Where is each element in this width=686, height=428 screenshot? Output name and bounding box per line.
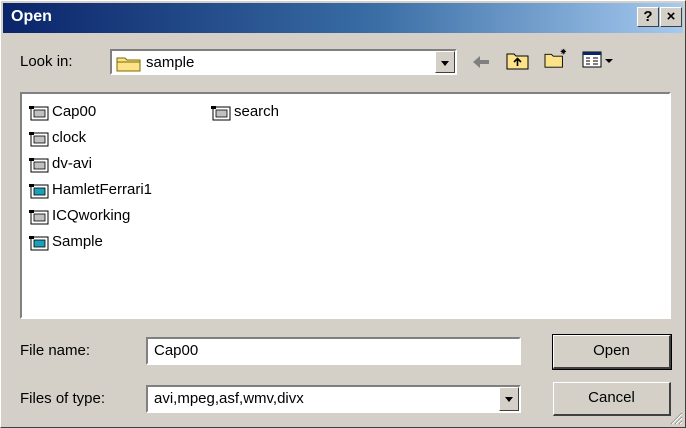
files-of-type-dropdown-button[interactable]	[499, 387, 519, 411]
files-of-type-label: Files of type:	[20, 390, 106, 407]
back-arrow-icon[interactable]	[470, 51, 492, 73]
view-menu-icon[interactable]	[582, 49, 616, 71]
resize-grip-icon[interactable]	[669, 411, 683, 425]
help-button[interactable]: ?	[637, 7, 659, 27]
look-in-label: Look in:	[20, 53, 73, 70]
up-folder-icon[interactable]	[505, 49, 531, 71]
file-name: search	[234, 103, 280, 120]
file-list[interactable]: Cap00 clock dv-avi HamletFerrari1 ICQwor…	[20, 92, 671, 319]
file-name: Cap00	[52, 103, 97, 120]
video-file-icon	[211, 106, 231, 121]
files-of-type-combo[interactable]: avi,mpeg,asf,wmv,divx	[146, 385, 521, 413]
title-bar[interactable]: Open ? ×	[3, 3, 683, 33]
window-title: Open	[11, 8, 52, 25]
look-in-dropdown-button[interactable]	[435, 51, 455, 73]
video-file-alt-icon	[29, 236, 49, 251]
file-name: ICQworking	[52, 207, 131, 224]
close-button[interactable]: ×	[660, 7, 682, 27]
video-file-icon	[29, 158, 49, 173]
video-file-icon	[29, 132, 49, 147]
cancel-button[interactable]: Cancel	[553, 382, 671, 416]
video-file-icon	[29, 210, 49, 225]
open-dialog: Open ? × Look in: sample Cap00 clock dv-…	[0, 0, 686, 428]
file-name: dv-avi	[52, 155, 93, 172]
file-name-input[interactable]: Cap00	[146, 337, 521, 365]
look-in-value: sample	[146, 54, 195, 71]
look-in-combo[interactable]: sample	[110, 49, 457, 75]
new-folder-icon[interactable]	[542, 47, 570, 69]
folder-icon	[116, 57, 141, 72]
open-button[interactable]: Open	[552, 334, 672, 370]
files-of-type-value: avi,mpeg,asf,wmv,divx	[154, 390, 304, 407]
file-name: Sample	[52, 233, 103, 250]
file-name-value: Cap00	[154, 342, 199, 359]
file-name-label: File name:	[20, 342, 91, 359]
file-name: clock	[52, 129, 87, 146]
file-name: HamletFerrari1	[52, 181, 153, 198]
video-file-icon	[29, 106, 49, 121]
video-file-alt-icon	[29, 184, 49, 199]
